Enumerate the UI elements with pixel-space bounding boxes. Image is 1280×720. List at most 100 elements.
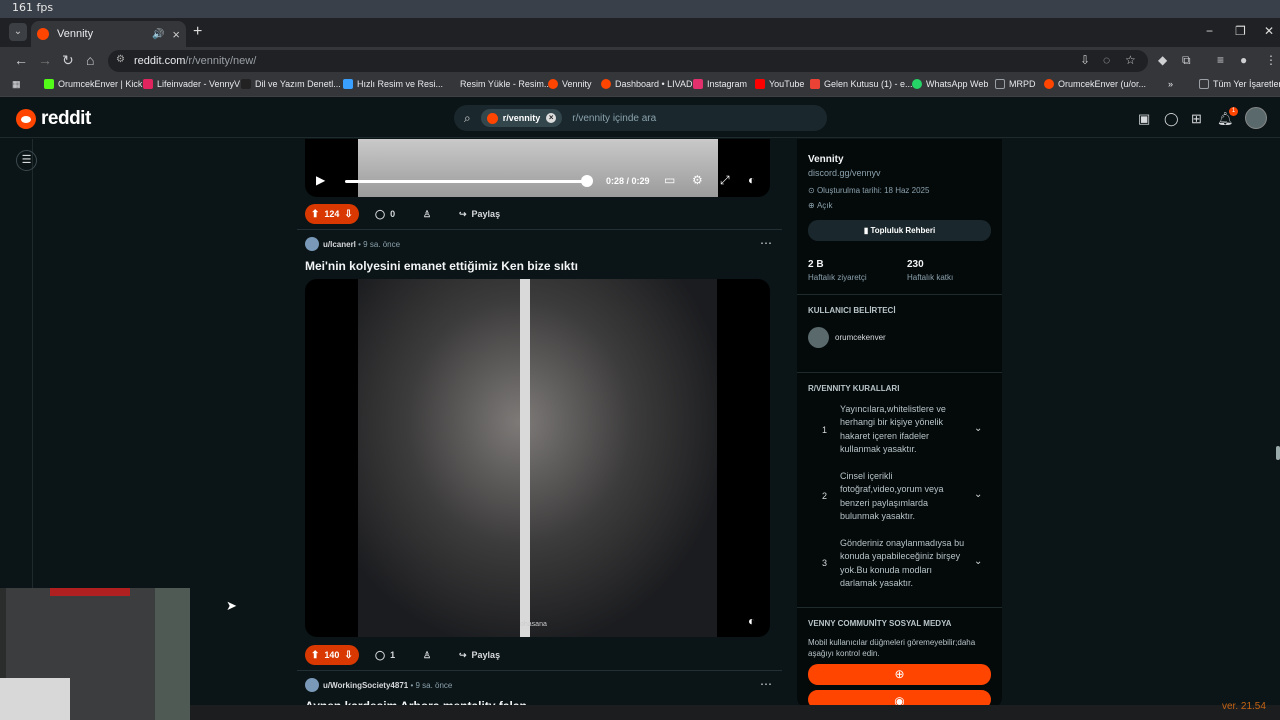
reload-icon[interactable]: ↻ bbox=[62, 52, 74, 69]
extensions-icon[interactable]: ⧉ bbox=[1182, 53, 1191, 68]
downvote-icon[interactable]: ⇩ bbox=[344, 209, 352, 220]
media-controls-icon[interactable]: ≡ bbox=[1217, 53, 1224, 67]
window-close-button[interactable]: ✕ bbox=[1264, 24, 1274, 38]
bookmark-item[interactable]: YouTube bbox=[755, 79, 804, 89]
user-avatar[interactable] bbox=[1245, 107, 1267, 129]
bookmark-item[interactable]: Instagram bbox=[693, 79, 747, 89]
volume-icon[interactable]: ◐ bbox=[748, 614, 755, 628]
create-post-icon[interactable]: ⊞ bbox=[1191, 111, 1202, 127]
chevron-down-icon[interactable]: ⌄ bbox=[974, 423, 982, 434]
post-author[interactable]: u/WorkingSociety4871 • 9 sa. önce bbox=[305, 678, 452, 692]
home-icon[interactable]: ⌂ bbox=[86, 52, 94, 68]
search-icon: ⌕ bbox=[464, 110, 471, 125]
fullscreen-icon[interactable]: ⤢ bbox=[720, 173, 730, 188]
bookmark-item[interactable]: WhatsApp Web bbox=[912, 79, 988, 89]
bookmark-star-icon[interactable]: ☆ bbox=[1125, 53, 1136, 67]
search-placeholder: r/vennity içinde ara bbox=[572, 112, 657, 124]
community-link[interactable]: discord.gg/vennyv bbox=[808, 168, 881, 178]
award-button[interactable]: ♙ bbox=[417, 204, 437, 224]
subreddit-icon bbox=[486, 112, 498, 124]
restore-button[interactable]: ❐ bbox=[1235, 24, 1246, 38]
search-input[interactable]: ⌕ r/vennity × r/vennity içinde ara bbox=[454, 105, 827, 131]
sidebar-divider bbox=[797, 294, 1002, 295]
bookmark-folder[interactable]: MRPD bbox=[995, 79, 1036, 89]
comments-button[interactable]: ◯ 1 bbox=[369, 645, 401, 665]
share-button[interactable]: ↪ Paylaş bbox=[453, 645, 506, 665]
share-icon: ↪ bbox=[459, 649, 467, 660]
captions-icon[interactable]: ▭ bbox=[664, 173, 675, 187]
post-video[interactable]: ohasana bbox=[305, 279, 770, 637]
bookmark-item[interactable]: Gelen Kutusu (1) - e... bbox=[810, 79, 913, 89]
community-guide-button[interactable]: ▮ Topluluk Rehberi bbox=[808, 220, 991, 241]
author-avatar bbox=[305, 678, 319, 692]
sidebar-divider bbox=[797, 607, 1002, 608]
chat-icon[interactable]: ◯ bbox=[1164, 111, 1179, 127]
address-bar[interactable]: reddit.com/r/vennity/new/ bbox=[108, 50, 1148, 72]
share-icon: ↪ bbox=[459, 208, 467, 219]
chevron-down-icon[interactable]: ⌄ bbox=[974, 556, 982, 567]
post-divider bbox=[297, 670, 782, 671]
install-app-icon[interactable]: ⇩ bbox=[1080, 53, 1090, 67]
bookmark-item[interactable]: Resim Yükle - Resim... bbox=[446, 79, 551, 89]
bookmark-item[interactable]: OrumcekEnver | Kick bbox=[44, 79, 142, 89]
rule-item[interactable]: 2 Cinsel içerikli fotoğraf,video,yorum v… bbox=[808, 470, 991, 526]
bookmark-item[interactable]: Vennity bbox=[548, 79, 592, 89]
rule-item[interactable]: 3 Gönderiniz onaylanmadıysa bu konuda ya… bbox=[808, 537, 991, 593]
play-icon[interactable]: ▶ bbox=[316, 173, 325, 187]
flair-username[interactable]: orumcekenver bbox=[835, 333, 886, 342]
photo-pole bbox=[520, 279, 530, 637]
url-path: /r/vennity/new/ bbox=[185, 55, 257, 67]
website-button[interactable]: ⊕ bbox=[808, 664, 991, 685]
comments-button[interactable]: ◯ 0 bbox=[369, 204, 401, 224]
chip-clear-icon[interactable]: × bbox=[546, 113, 557, 123]
new-tab-button[interactable]: + bbox=[193, 23, 202, 41]
all-bookmarks-folder[interactable]: Tüm Yer İşaretleri bbox=[1199, 79, 1280, 89]
bookmark-item[interactable]: Dashboard • LIVAD bbox=[601, 79, 693, 89]
watermark: ohasana bbox=[520, 621, 547, 628]
chevron-down-icon[interactable]: ⌄ bbox=[974, 489, 982, 500]
volume-icon[interactable]: ◐ bbox=[748, 173, 755, 187]
eye-off-icon[interactable]: ◌ bbox=[1103, 53, 1110, 67]
downvote-icon[interactable]: ⇩ bbox=[344, 650, 352, 661]
settings-gear-icon[interactable]: ⚙ bbox=[692, 173, 703, 187]
video-player[interactable] bbox=[305, 139, 770, 197]
url-host: reddit.com bbox=[134, 55, 186, 67]
menu-toggle-icon[interactable]: ☰ bbox=[16, 150, 37, 171]
menu-icon[interactable]: ⋮ bbox=[1265, 53, 1277, 67]
spellcheck-icon bbox=[241, 79, 251, 89]
video-progress-track[interactable] bbox=[345, 180, 587, 183]
share-button[interactable]: ↪ Paylaş bbox=[453, 204, 506, 224]
extension-diamond-icon[interactable]: ◆ bbox=[1158, 53, 1167, 67]
bookmark-item[interactable]: Lifeinvader - VennyV bbox=[143, 79, 240, 89]
browser-tab[interactable]: Vennity 🔊 × bbox=[31, 21, 186, 47]
bookmarks-overflow-button[interactable]: » bbox=[1168, 79, 1173, 89]
video-progress-handle[interactable] bbox=[581, 175, 593, 187]
advertise-icon[interactable]: ▣ bbox=[1138, 111, 1150, 127]
reddit-logo[interactable]: reddit bbox=[16, 108, 91, 130]
post-author[interactable]: u/lcanerl • 9 sa. önce bbox=[305, 237, 400, 251]
bookmark-item[interactable]: Dil ve Yazım Denetl... bbox=[241, 79, 341, 89]
more-options-icon[interactable]: ⋯ bbox=[760, 236, 772, 250]
post-title[interactable]: Mei'nin kolyesini emanet ettiğimiz Ken b… bbox=[305, 259, 578, 273]
forward-icon[interactable]: → bbox=[38, 52, 52, 68]
award-button[interactable]: ♙ bbox=[417, 645, 437, 665]
tab-search-button[interactable]: ⌄ bbox=[9, 23, 27, 41]
site-settings-icon[interactable]: ⚙ bbox=[116, 54, 125, 65]
bookmark-item[interactable]: Hızlı Resim ve Resi... bbox=[343, 79, 443, 89]
apps-grid-icon[interactable]: ▦ bbox=[12, 79, 21, 90]
more-options-icon[interactable]: ⋯ bbox=[760, 677, 772, 691]
speaker-icon[interactable]: 🔊 bbox=[152, 29, 164, 40]
tab-favicon-icon bbox=[37, 28, 49, 40]
comment-icon: ◯ bbox=[375, 649, 386, 660]
page-scrollbar[interactable] bbox=[1276, 446, 1280, 460]
globe-icon: ⊕ bbox=[808, 201, 817, 210]
bookmark-item[interactable]: OrumcekEnver (u/or... bbox=[1044, 79, 1146, 89]
upvote-icon[interactable]: ⬆ bbox=[311, 209, 319, 220]
upvote-icon[interactable]: ⬆ bbox=[311, 650, 319, 661]
minimize-button[interactable]: − bbox=[1206, 24, 1213, 38]
back-icon[interactable]: ← bbox=[14, 52, 28, 68]
subreddit-chip[interactable]: r/vennity × bbox=[480, 109, 563, 127]
rule-item[interactable]: 1 Yayıncılara,whitelistlere ve herhangi … bbox=[808, 403, 991, 459]
tab-close-button[interactable]: × bbox=[172, 27, 180, 42]
profile-icon[interactable]: ● bbox=[1240, 53, 1247, 67]
